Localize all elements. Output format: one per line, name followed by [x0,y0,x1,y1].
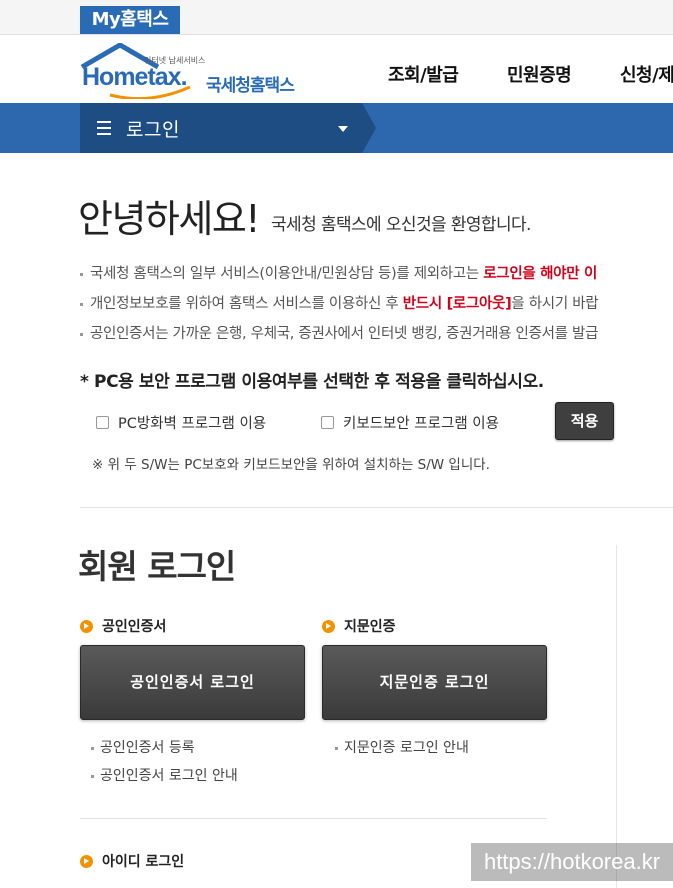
column-divider [616,545,617,888]
greeting-title: 안녕하세요! [78,197,261,241]
caret-down-icon[interactable] [338,126,348,132]
security-note: ※ 위 두 S/W는 PC보호와 키보드보안을 위하여 설치하는 S/W 입니다… [92,457,490,473]
apply-button[interactable]: 적용 [555,402,614,440]
nav-inquiry-issue[interactable]: 조회/발급 [388,61,459,87]
hamburger-icon[interactable] [97,121,111,135]
bullet-icon [80,302,83,306]
cert-section-heading: 공인인증서 [80,616,166,636]
watermark: https://hotkorea.kr [471,843,673,881]
nav-application[interactable]: 신청/제 [620,61,673,87]
member-login-title: 회원 로그인 [78,547,236,586]
section-divider [80,818,547,819]
arrow-circle-icon [80,619,93,633]
bullet-icon [335,746,338,750]
bullet-icon [80,272,83,276]
notice-item: 국세청 홈택스의 일부 서비스(이용안내/민원상담 등)를 제외하고는 로그인을… [80,262,597,283]
logo-korean-name: 국세청홈택스 [206,76,295,96]
cert-guide-link[interactable]: 공인인증서 로그인 안내 [91,765,238,785]
firewall-option[interactable]: PC방화벽 프로그램 이용 [96,412,266,433]
keyboard-label: 키보드보안 프로그램 이용 [343,416,499,432]
finger-guide-link[interactable]: 지문인증 로그인 안내 [335,737,469,757]
id-section-heading: 아이디 로그인 [80,851,184,871]
arrow-circle-icon [80,854,93,868]
arrow-circle-icon [322,619,335,633]
notice-item: 공인인증서는 가까운 은행, 우체국, 증권사에서 인터넷 뱅킹, 증권거래용 … [80,322,598,343]
firewall-label: PC방화벽 프로그램 이용 [118,416,267,432]
nav-civil-certificate[interactable]: 민원증명 [507,61,572,87]
cert-register-link[interactable]: 공인인증서 등록 [91,737,195,757]
bullet-icon [91,774,94,778]
logo-wordmark: Hometax. [82,63,188,91]
menu-bar: 로그인 [0,103,673,153]
menu-selector-arrow [362,103,376,153]
hometax-logo[interactable]: 인터넷 납세서비스 Hometax. 국세청홈택스 [80,42,310,101]
bullet-icon [91,746,94,750]
security-instruction: * PC용 보안 프로그램 이용여부를 선택한 후 적용을 클릭하십시오. [80,372,544,392]
keyboard-checkbox[interactable] [321,416,334,429]
keyboard-option[interactable]: 키보드보안 프로그램 이용 [321,412,499,433]
firewall-checkbox[interactable] [96,416,109,429]
finger-login-button[interactable]: 지문인증 로그인 [322,645,547,720]
cert-login-button[interactable]: 공인인증서 로그인 [80,645,305,720]
menu-selected-label: 로그인 [126,119,180,141]
notice-item: 개인정보보호를 위하여 홈택스 서비스를 이용하신 후 반드시 [로그아웃]을 … [80,292,599,313]
site-header: 인터넷 납세서비스 Hometax. 국세청홈택스 조회/발급 민원증명 신청/… [0,35,673,103]
top-strip: My홈택스 [0,0,673,35]
greeting-subtitle: 국세청 홈택스에 오신것을 환영합니다. [271,215,531,235]
menu-selector[interactable] [80,103,362,153]
bullet-icon [80,332,83,336]
my-hometax-tab[interactable]: My홈택스 [80,6,180,34]
section-divider [80,507,673,508]
finger-section-heading: 지문인증 [322,616,396,636]
